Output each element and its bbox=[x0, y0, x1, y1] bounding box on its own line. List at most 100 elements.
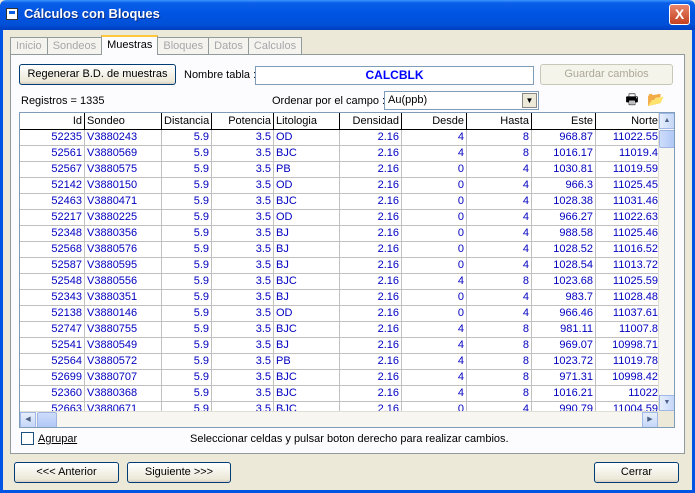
table-cell[interactable]: V3880150 bbox=[85, 178, 162, 194]
table-cell[interactable]: 11025.45 bbox=[596, 178, 661, 194]
table-row[interactable]: 52561 V3880569 5.9 3.5 BJC 2.16 4 8 1016.17 11019… bbox=[20, 146, 661, 162]
table-cell[interactable]: 983.7 bbox=[532, 290, 596, 306]
table-cell[interactable]: 4 bbox=[402, 130, 467, 146]
table-cell[interactable]: V3880576 bbox=[85, 242, 162, 258]
table-cell[interactable]: 5.9 bbox=[162, 194, 212, 210]
next-button[interactable]: Siguiente >>> bbox=[127, 462, 231, 483]
column-header-litologia[interactable]: Litologia bbox=[274, 113, 340, 130]
table-row[interactable]: 52142 V3880150 5.9 3.5 OD 2.16 0 4 966.3 11025.45 bbox=[20, 178, 661, 194]
tab-calculos[interactable]: Calculos bbox=[247, 37, 303, 55]
horizontal-scrollbar[interactable]: ◀ ▶ bbox=[20, 411, 658, 427]
table-cell[interactable]: 3.5 bbox=[212, 194, 274, 210]
table-cell[interactable]: 4 bbox=[467, 242, 532, 258]
table-cell[interactable]: 11031.46 bbox=[596, 194, 661, 210]
table-cell[interactable]: 11016.52 bbox=[596, 242, 661, 258]
table-cell[interactable]: V3880351 bbox=[85, 290, 162, 306]
table-cell[interactable]: 2.16 bbox=[340, 194, 402, 210]
scroll-left-icon[interactable]: ◀ bbox=[20, 412, 36, 427]
save-changes-button[interactable]: Guardar cambios bbox=[540, 64, 673, 85]
table-cell[interactable]: 3.5 bbox=[212, 130, 274, 146]
table-cell[interactable]: 4 bbox=[467, 210, 532, 226]
table-cell[interactable]: 4 bbox=[467, 290, 532, 306]
table-cell[interactable]: 966.3 bbox=[532, 178, 596, 194]
table-cell[interactable]: 4 bbox=[467, 162, 532, 178]
tab-muestras[interactable]: Muestras bbox=[101, 35, 159, 55]
table-row[interactable]: 52567 V3880575 5.9 3.5 PB 2.16 0 4 1030.81 11019.… bbox=[20, 162, 661, 178]
table-cell[interactable]: 5.9 bbox=[162, 370, 212, 386]
table-cell[interactable]: V3880707 bbox=[85, 370, 162, 386]
vertical-scroll-thumb[interactable] bbox=[659, 130, 674, 148]
table-cell[interactable]: 2.16 bbox=[340, 274, 402, 290]
tab-inicio[interactable]: Inicio bbox=[10, 37, 48, 55]
table-cell[interactable]: V3880146 bbox=[85, 306, 162, 322]
column-header-hasta[interactable]: Hasta bbox=[467, 113, 532, 130]
table-cell[interactable]: 5.9 bbox=[162, 354, 212, 370]
table-cell[interactable]: V3880471 bbox=[85, 194, 162, 210]
table-cell[interactable]: 5.9 bbox=[162, 210, 212, 226]
table-cell[interactable]: V3880572 bbox=[85, 354, 162, 370]
table-cell[interactable]: OD bbox=[274, 306, 340, 322]
table-cell[interactable]: 5.9 bbox=[162, 130, 212, 146]
table-cell[interactable]: 8 bbox=[467, 354, 532, 370]
table-row[interactable]: 52587 V3880595 5.9 3.5 BJ 2.16 0 4 1028.54 11013.… bbox=[20, 258, 661, 274]
table-cell[interactable]: 2.16 bbox=[340, 370, 402, 386]
table-cell[interactable]: 8 bbox=[467, 146, 532, 162]
table-cell[interactable]: 981.11 bbox=[532, 322, 596, 338]
table-row[interactable]: 52568 V3880576 5.9 3.5 BJ 2.16 0 4 1028.52 11016.… bbox=[20, 242, 661, 258]
table-row[interactable]: 52138 V3880146 5.9 3.5 OD 2.16 0 4 966.46 11037.6… bbox=[20, 306, 661, 322]
table-cell[interactable]: 1016.17 bbox=[532, 146, 596, 162]
table-cell[interactable]: 8 bbox=[467, 322, 532, 338]
table-cell[interactable]: 0 bbox=[402, 178, 467, 194]
tab-sondeos[interactable]: Sondeos bbox=[46, 37, 103, 55]
table-cell[interactable]: BJC bbox=[274, 322, 340, 338]
table-cell[interactable]: 52567 bbox=[20, 162, 85, 178]
table-cell[interactable]: 2.16 bbox=[340, 146, 402, 162]
table-cell[interactable]: 3.5 bbox=[212, 178, 274, 194]
table-cell[interactable]: 4 bbox=[467, 258, 532, 274]
table-cell[interactable]: 1023.72 bbox=[532, 354, 596, 370]
table-cell[interactable]: 5.9 bbox=[162, 146, 212, 162]
printer-icon[interactable]: 🖶 bbox=[622, 90, 642, 108]
table-cell[interactable]: 2.16 bbox=[340, 210, 402, 226]
table-cell[interactable]: 2.16 bbox=[340, 338, 402, 354]
table-cell[interactable]: 52548 bbox=[20, 274, 85, 290]
table-name-field[interactable]: CALCBLK bbox=[255, 66, 534, 85]
table-cell[interactable]: 10998.42 bbox=[596, 370, 661, 386]
table-cell[interactable]: 11022 bbox=[596, 386, 661, 402]
table-cell[interactable]: 52142 bbox=[20, 178, 85, 194]
table-cell[interactable]: 3.5 bbox=[212, 146, 274, 162]
scroll-down-icon[interactable]: ▼ bbox=[659, 395, 674, 411]
tab-datos[interactable]: Datos bbox=[208, 37, 249, 55]
table-cell[interactable]: 11025.59 bbox=[596, 274, 661, 290]
table-cell[interactable]: OD bbox=[274, 130, 340, 146]
table-cell[interactable]: 3.5 bbox=[212, 338, 274, 354]
table-cell[interactable]: V3880755 bbox=[85, 322, 162, 338]
table-cell[interactable]: 1028.52 bbox=[532, 242, 596, 258]
table-cell[interactable]: 5.9 bbox=[162, 338, 212, 354]
table-cell[interactable]: 966.27 bbox=[532, 210, 596, 226]
table-cell[interactable]: 4 bbox=[402, 370, 467, 386]
table-cell[interactable]: 1028.38 bbox=[532, 194, 596, 210]
folder-open-icon[interactable]: 📂 bbox=[646, 90, 666, 108]
table-cell[interactable]: 1030.81 bbox=[532, 162, 596, 178]
table-cell[interactable]: V3880549 bbox=[85, 338, 162, 354]
table-cell[interactable]: 2.16 bbox=[340, 162, 402, 178]
table-row[interactable]: 52360 V3880368 5.9 3.5 BJC 2.16 4 8 1016.21 11022 bbox=[20, 386, 661, 402]
table-cell[interactable]: BJC bbox=[274, 386, 340, 402]
table-cell[interactable]: 11037.61 bbox=[596, 306, 661, 322]
table-cell[interactable]: 2.16 bbox=[340, 178, 402, 194]
close-window-button[interactable]: X bbox=[669, 4, 690, 25]
table-cell[interactable]: 11013.72 bbox=[596, 258, 661, 274]
table-cell[interactable]: 52463 bbox=[20, 194, 85, 210]
table-row[interactable]: 52463 V3880471 5.9 3.5 BJC 2.16 0 4 1028.38 11031… bbox=[20, 194, 661, 210]
table-cell[interactable]: V3880243 bbox=[85, 130, 162, 146]
table-cell[interactable]: 11019.59 bbox=[596, 162, 661, 178]
table-cell[interactable]: 0 bbox=[402, 242, 467, 258]
table-cell[interactable]: 52587 bbox=[20, 258, 85, 274]
table-cell[interactable]: 0 bbox=[402, 162, 467, 178]
table-cell[interactable]: 10998.71 bbox=[596, 338, 661, 354]
table-row[interactable]: 52747 V3880755 5.9 3.5 BJC 2.16 4 8 981.11 11007.… bbox=[20, 322, 661, 338]
table-cell[interactable]: BJC bbox=[274, 370, 340, 386]
table-row[interactable]: 52699 V3880707 5.9 3.5 BJC 2.16 4 8 971.31 10998.… bbox=[20, 370, 661, 386]
table-cell[interactable]: 11019.78 bbox=[596, 354, 661, 370]
